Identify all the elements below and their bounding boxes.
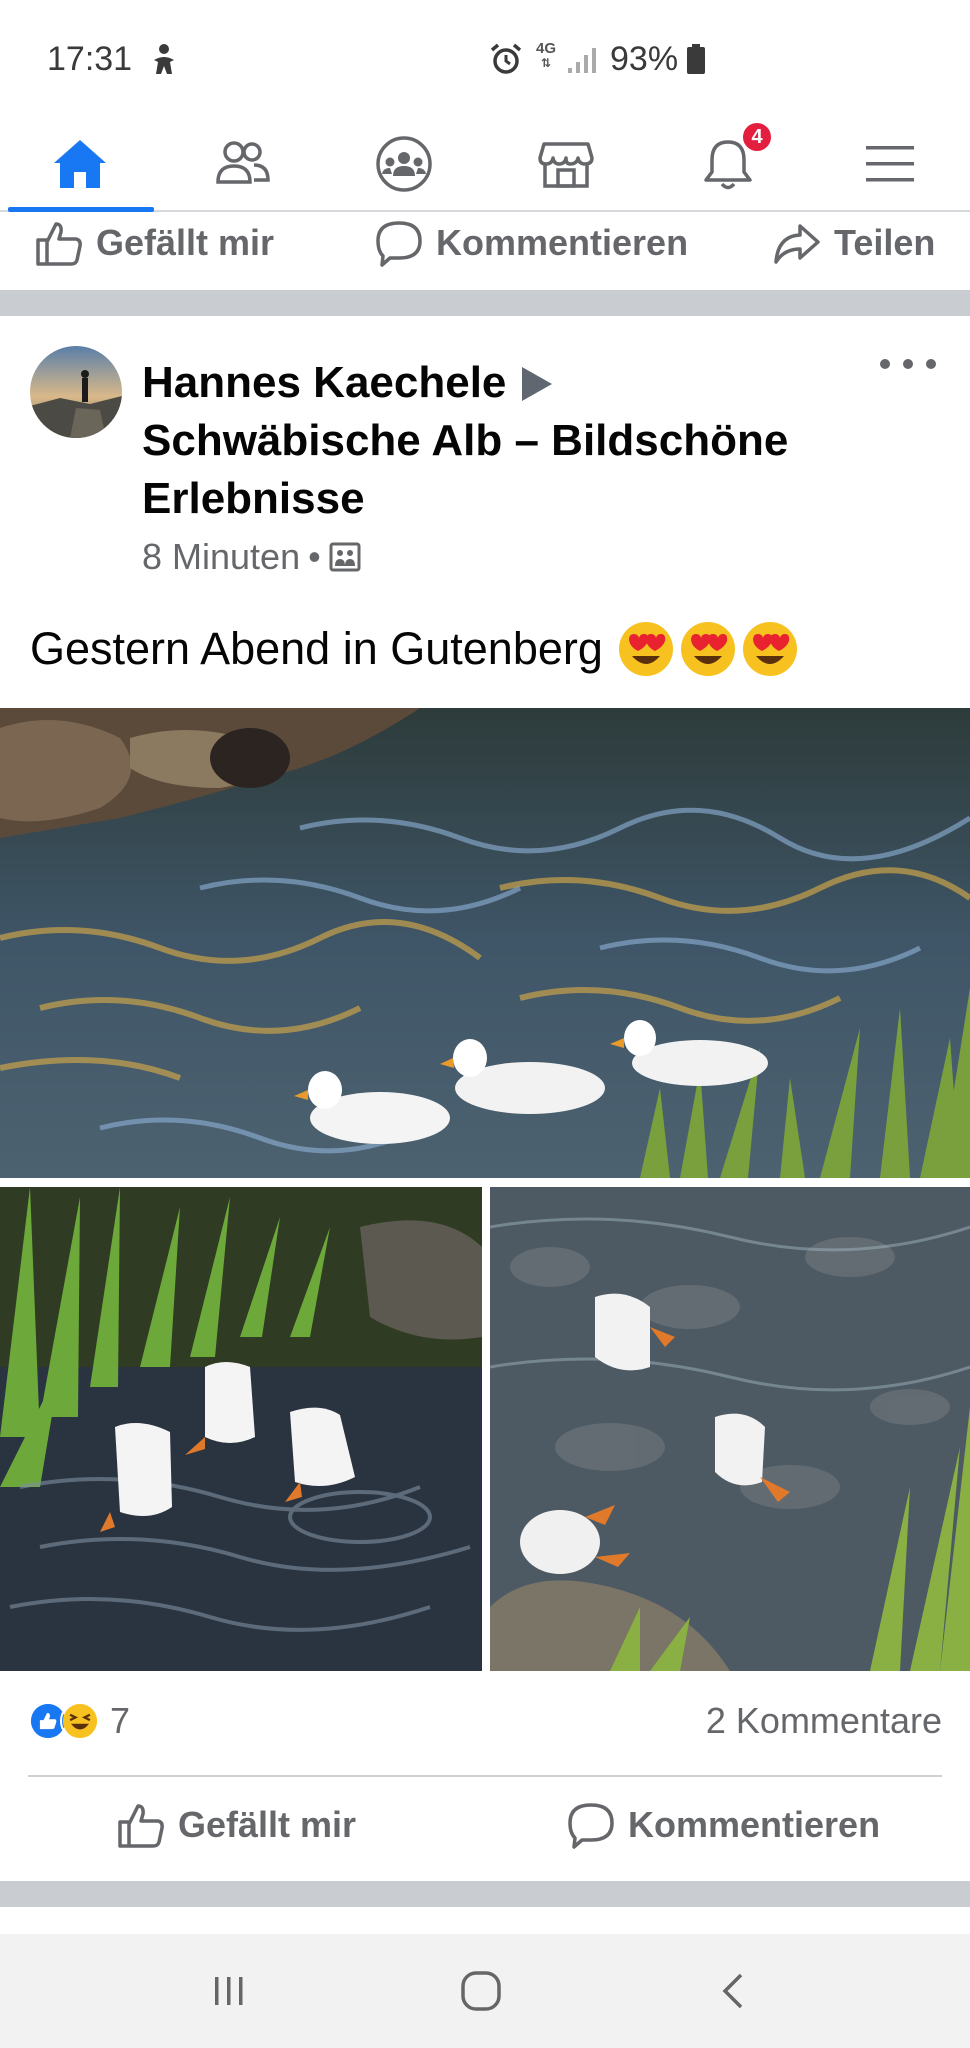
hamburger-menu-icon [866, 146, 914, 182]
group-photo-icon [329, 542, 361, 572]
comment-bubble-icon [376, 221, 422, 267]
post-more-options-button[interactable] [880, 348, 936, 380]
comment-label: Kommentieren [628, 1804, 881, 1845]
alarm-icon [490, 43, 522, 74]
previous-like-label: Gefällt mir [96, 222, 275, 263]
recent-apps-icon [215, 1977, 243, 2005]
author-avatar[interactable] [30, 346, 122, 438]
emoji-group [617, 620, 803, 678]
comments-count[interactable]: 2 Kommentare [706, 1700, 942, 1742]
post-meta: 8 Minuten • [142, 536, 361, 578]
share-arrow-icon [774, 224, 820, 264]
group-name[interactable]: Schwäbische Alb – Bildschöne Erlebnisse [142, 416, 788, 523]
notification-badge: 4 [740, 120, 774, 154]
accessibility-person-icon [154, 44, 174, 74]
like-button[interactable]: Gefällt mir [116, 1800, 356, 1850]
previous-post-actions: Gefällt mir Kommentieren Teilen [0, 212, 970, 284]
feed-separator [0, 290, 970, 316]
nav-menu[interactable] [810, 118, 970, 210]
nav-marketplace[interactable] [486, 118, 646, 210]
previous-like-button[interactable]: Gefällt mir [34, 218, 274, 268]
recent-apps-button[interactable] [194, 1956, 264, 2026]
reactions-summary[interactable]: 7 [28, 1700, 130, 1742]
nav-friends[interactable] [162, 118, 322, 210]
nav-groups[interactable] [324, 118, 484, 210]
thumbs-up-icon [36, 222, 82, 266]
status-bar: 17:31 4G ⇅ 93% [0, 0, 970, 118]
previous-comment-button[interactable]: Kommentieren [374, 218, 688, 268]
meta-separator: • [308, 536, 321, 577]
photo-ducks-diving-stream[interactable] [490, 1187, 970, 1671]
signal-icon [568, 48, 596, 73]
post-text-content: Gestern Abend in Gutenberg [30, 623, 603, 674]
network-type-indicator: 4G ⇅ [535, 40, 556, 70]
battery-icon [687, 44, 705, 74]
author-name[interactable]: Hannes Kaechele [142, 358, 506, 407]
heart-eyes-emoji [742, 622, 797, 676]
thumbs-up-icon [118, 1804, 164, 1848]
heart-eyes-emoji [680, 622, 735, 676]
previous-comment-label: Kommentieren [436, 222, 689, 263]
back-button[interactable] [700, 1956, 770, 2026]
comment-button[interactable]: Kommentieren [566, 1800, 880, 1850]
post-timestamp[interactable]: 8 Minuten [142, 536, 300, 578]
nav-home[interactable] [0, 118, 160, 212]
heart-eyes-emoji [618, 622, 673, 676]
photo-ducks-swimming[interactable] [0, 708, 970, 1178]
system-home-button[interactable] [446, 1956, 516, 2026]
home-icon [54, 140, 106, 188]
home-circle-icon [461, 1971, 501, 2011]
nav-notifications[interactable]: 4 [648, 118, 808, 210]
post-text: Gestern Abend in Gutenberg [30, 620, 803, 678]
post-title: Hannes Kaechele Schwäbische Alb – Bildsc… [142, 354, 862, 528]
system-navigation-bar [0, 1934, 970, 2048]
actions-divider [28, 1775, 942, 1777]
feed-separator-bottom [0, 1881, 970, 1907]
status-time: 17:31 [47, 40, 133, 78]
back-icon [722, 1973, 743, 2009]
marketplace-icon [538, 142, 594, 188]
comment-bubble-icon [568, 1803, 614, 1849]
groups-icon [376, 136, 432, 192]
previous-share-button[interactable]: Teilen [772, 218, 935, 268]
friends-icon [216, 141, 270, 184]
posted-in-arrow-icon [522, 367, 553, 401]
main-nav-bar: 4 [0, 118, 970, 212]
like-label: Gefällt mir [178, 1804, 357, 1845]
reaction-count: 7 [110, 1700, 131, 1741]
previous-share-label: Teilen [834, 222, 936, 263]
battery-percent: 93% [610, 40, 679, 78]
photo-ducks-diving-grass[interactable] [0, 1187, 482, 1671]
haha-reaction-icon [60, 1701, 100, 1741]
